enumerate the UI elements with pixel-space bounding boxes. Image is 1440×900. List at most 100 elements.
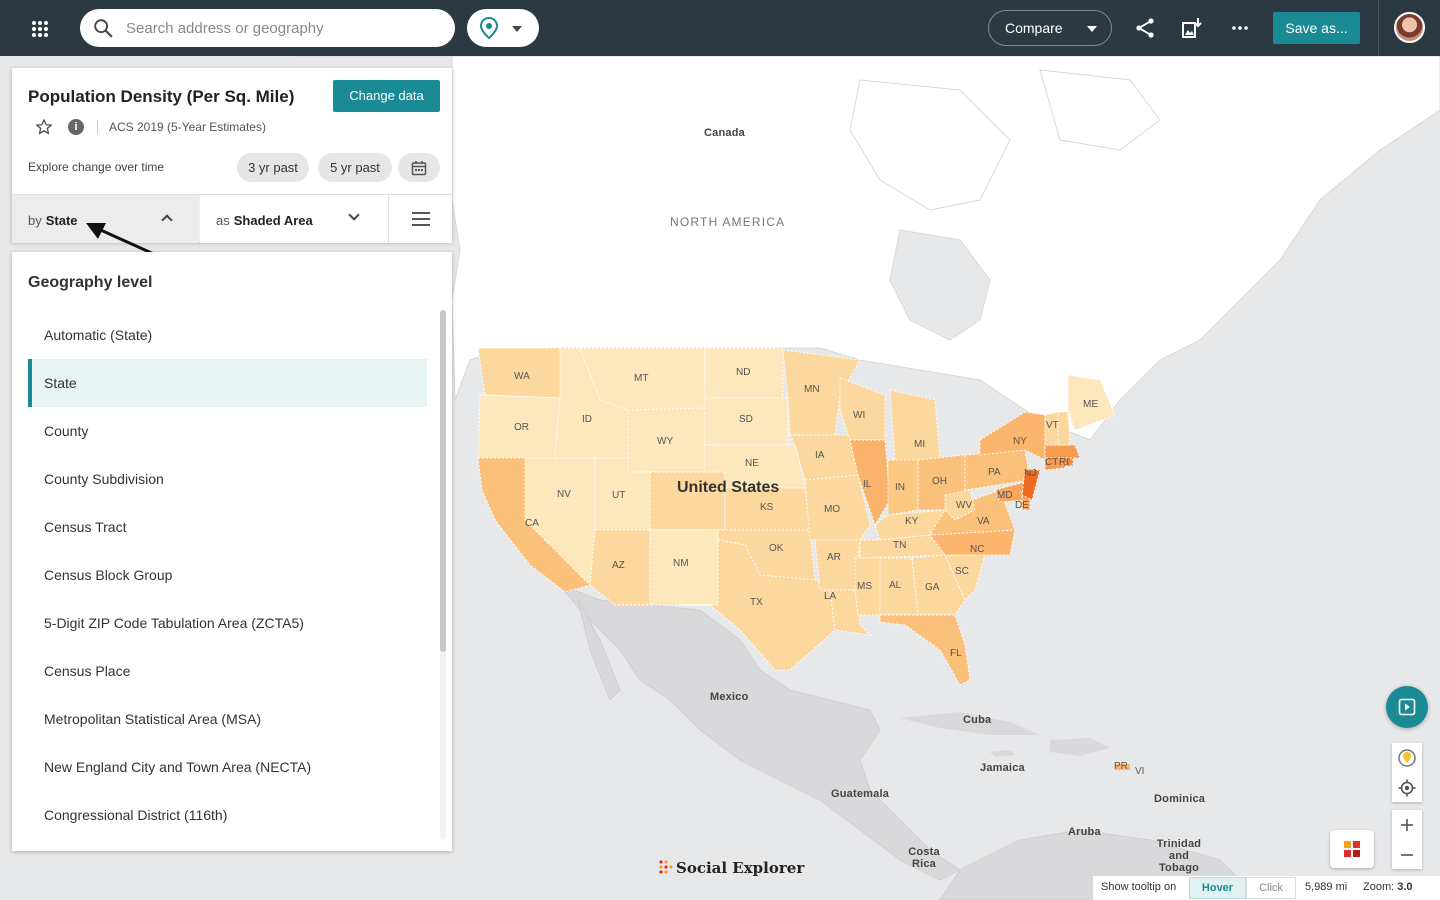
- geography-option[interactable]: State: [28, 359, 427, 407]
- geography-option[interactable]: New England City and Town Area (NECTA): [28, 743, 427, 791]
- state-label: IL: [863, 479, 872, 490]
- explore-change-label: Explore change over time: [28, 160, 165, 174]
- state-label: NV: [557, 489, 571, 500]
- scale-readout: 5,989 mi: [1305, 881, 1348, 893]
- state-label: WI: [853, 410, 866, 421]
- state-label: OH: [932, 476, 947, 487]
- crosshair-icon: [1398, 779, 1416, 797]
- state-label: KS: [760, 502, 774, 513]
- as-value: Shaded Area: [233, 213, 313, 228]
- change-data-button[interactable]: Change data: [333, 80, 440, 112]
- geography-option[interactable]: County: [28, 407, 427, 455]
- label-guatemala: Guatemala: [831, 788, 890, 800]
- state-label: MO: [824, 504, 841, 515]
- layers-grid-icon: [1344, 841, 1360, 857]
- state-label: AL: [889, 580, 902, 591]
- compare-button[interactable]: Compare: [988, 10, 1112, 46]
- state-label: MT: [634, 373, 649, 384]
- state-label: AZ: [612, 560, 625, 571]
- zoom-label: Zoom:: [1363, 881, 1395, 893]
- state-AR[interactable]: [814, 539, 861, 591]
- tooltip-label: Show tooltip on: [1101, 881, 1177, 893]
- hispaniola-island: [1050, 738, 1110, 756]
- state-label: PA: [988, 467, 1001, 478]
- scrollbar[interactable]: [440, 310, 446, 840]
- state-label: MN: [804, 384, 820, 395]
- state-label: TX: [750, 597, 763, 608]
- pill-3yr-past[interactable]: 3 yr past: [237, 153, 309, 182]
- avatar[interactable]: [1394, 12, 1425, 43]
- state-label: KY: [905, 516, 919, 527]
- zoom-in-button[interactable]: [1392, 810, 1422, 839]
- state-label: FL: [950, 648, 962, 659]
- geography-option[interactable]: Census Tract: [28, 503, 427, 551]
- state-WI[interactable]: [839, 377, 886, 441]
- state-label: SC: [955, 566, 969, 577]
- chevron-down-icon: [512, 26, 522, 32]
- calendar-icon: [411, 161, 427, 176]
- chevron-down-icon: [348, 209, 360, 221]
- label-dominica: Dominica: [1154, 793, 1206, 805]
- state-label: RI: [1059, 457, 1069, 468]
- label-mexico: Mexico: [710, 691, 749, 703]
- search-input[interactable]: [126, 9, 441, 47]
- calendar-button[interactable]: [398, 153, 440, 182]
- state-label: OR: [514, 422, 529, 433]
- state-label: WY: [657, 436, 674, 447]
- label-trinidad: Trinidad and Tobago: [1156, 838, 1202, 874]
- tooltip-click-toggle[interactable]: Click: [1246, 877, 1296, 899]
- state-label: MD: [997, 490, 1013, 501]
- state-label: DE: [1015, 500, 1029, 511]
- geography-option[interactable]: Automatic (State): [28, 311, 427, 359]
- zoom-out-button[interactable]: [1392, 840, 1422, 869]
- state-label: CA: [525, 518, 539, 529]
- state-label: WA: [514, 371, 530, 382]
- save-as-button[interactable]: Save as...: [1273, 12, 1360, 44]
- geography-option[interactable]: 5-Digit ZIP Code Tabulation Area (ZCTA5): [28, 599, 427, 647]
- layers-button[interactable]: [1330, 830, 1374, 868]
- geography-option[interactable]: Census Place: [28, 647, 427, 695]
- state-label: NY: [1013, 436, 1027, 447]
- by-prefix: by: [28, 213, 42, 228]
- top-bar: Compare Save as...: [0, 0, 1440, 56]
- share-icon[interactable]: [1133, 16, 1157, 40]
- tooltip-hover-toggle[interactable]: Hover: [1189, 877, 1246, 899]
- state-label: UT: [612, 490, 626, 501]
- pill-5yr-past[interactable]: 5 yr past: [318, 153, 392, 182]
- pin-icon: [1398, 749, 1416, 767]
- geography-option[interactable]: County Subdivision: [28, 455, 427, 503]
- geography-option[interactable]: Census Block Group: [28, 551, 427, 599]
- label-canada: Canada: [704, 127, 745, 139]
- geography-option[interactable]: Congressional District (116th): [28, 791, 427, 839]
- zoom-readout: Zoom: 3.0: [1363, 881, 1413, 893]
- minus-icon: [1401, 854, 1413, 856]
- label-north-america: NORTH AMERICA: [670, 215, 786, 229]
- geography-option[interactable]: Metropolitan Statistical Area (MSA): [28, 695, 427, 743]
- apps-grid-icon[interactable]: [26, 14, 54, 42]
- state-label: NC: [970, 544, 985, 555]
- star-icon[interactable]: [35, 118, 53, 136]
- panel-title: Population Density (Per Sq. Mile): [28, 87, 295, 106]
- data-panel: Population Density (Per Sq. Mile) Change…: [12, 68, 452, 243]
- plus-icon: [1401, 819, 1413, 831]
- presentation-button[interactable]: [1386, 686, 1428, 728]
- pin-location-button[interactable]: [1392, 743, 1422, 772]
- state-label: ME: [1083, 399, 1098, 410]
- label-vi: VI: [1135, 766, 1145, 777]
- state-NH[interactable]: [1057, 411, 1071, 446]
- state-label: NJ: [1024, 468, 1037, 479]
- map-pin-icon: [479, 17, 499, 39]
- state-label: AR: [827, 552, 841, 563]
- info-icon[interactable]: i: [68, 119, 84, 135]
- my-location-button[interactable]: [1392, 773, 1422, 802]
- more-options-icon[interactable]: [1228, 16, 1252, 40]
- divider: [97, 120, 98, 134]
- label-united-states: United States: [677, 479, 780, 496]
- export-image-icon[interactable]: [1180, 16, 1204, 40]
- scrollbar-thumb[interactable]: [440, 310, 446, 652]
- by-value: State: [45, 213, 78, 228]
- location-button[interactable]: [467, 9, 539, 47]
- menu-icon[interactable]: [388, 195, 452, 243]
- state-label: VA: [977, 516, 990, 527]
- state-label: MI: [914, 439, 926, 450]
